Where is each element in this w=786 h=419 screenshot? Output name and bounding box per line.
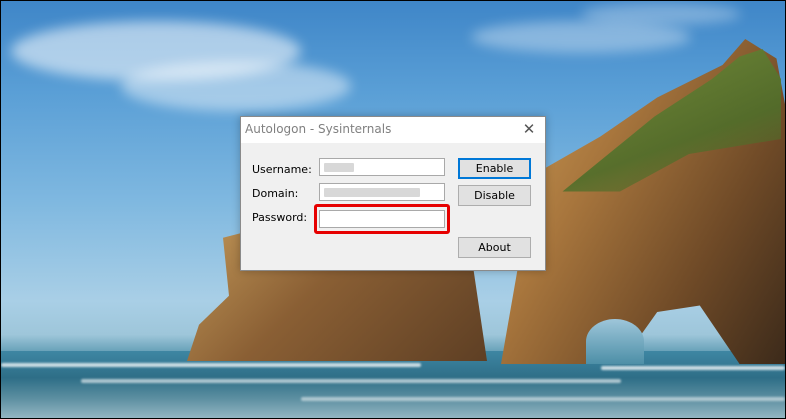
domain-label: Domain: [252, 187, 299, 200]
password-highlight-box [314, 204, 450, 234]
title-bar[interactable]: Autologon - Sysinternals ✕ [241, 117, 545, 143]
enable-button[interactable]: Enable [458, 158, 531, 179]
domain-redacted-value [324, 188, 420, 197]
wave-foam [81, 379, 621, 383]
cloud [471, 21, 691, 53]
password-label: Password: [252, 211, 308, 224]
about-button[interactable]: About [458, 237, 531, 258]
rock-arch [586, 319, 644, 364]
username-label: Username: [252, 163, 312, 176]
cloud [581, 3, 741, 25]
username-redacted-value [324, 163, 354, 172]
desktop-background: Autologon - Sysinternals ✕ Username: Dom… [0, 0, 786, 419]
wave-foam [301, 397, 785, 401]
sea [1, 351, 785, 418]
autologon-dialog: Autologon - Sysinternals ✕ Username: Dom… [240, 116, 546, 271]
cloud [121, 61, 351, 111]
wave-foam [601, 366, 785, 370]
window-title: Autologon - Sysinternals [245, 122, 392, 136]
wave-foam [1, 363, 421, 367]
username-field[interactable] [319, 158, 445, 176]
disable-button[interactable]: Disable [458, 185, 531, 206]
close-icon[interactable]: ✕ [519, 119, 539, 139]
domain-field[interactable] [319, 183, 445, 201]
